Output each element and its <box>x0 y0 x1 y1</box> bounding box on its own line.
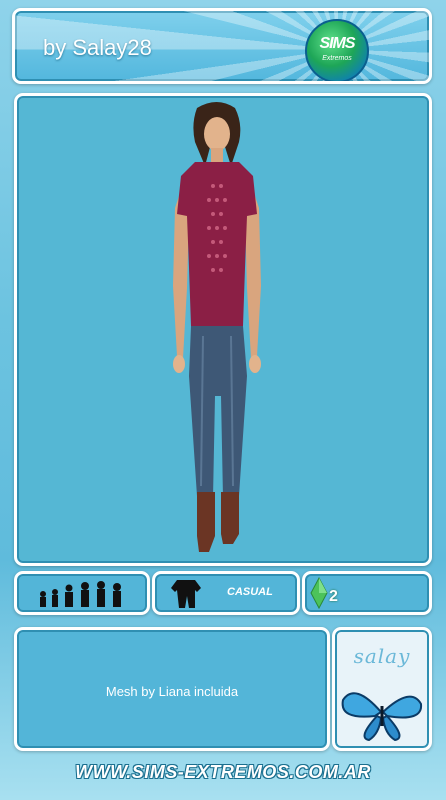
signature-box: salay <box>332 627 432 751</box>
outfit-category-icon <box>171 580 201 608</box>
preview-panel <box>14 93 432 566</box>
header-banner: by Salay28 SIMS Extremos <box>12 8 432 84</box>
logo-text: SIMS <box>319 35 355 52</box>
game-version-box: 2 <box>302 571 432 615</box>
age-groups-box <box>14 571 150 615</box>
plumbob-icon <box>310 576 328 610</box>
signature-text: salay <box>353 644 411 668</box>
mesh-credit-text: Mesh by Liana incluida <box>105 684 239 699</box>
sims-extremos-logo: SIMS Extremos <box>305 19 369 81</box>
author-byline: by Salay28 <box>43 35 152 60</box>
category-label: CASUAL <box>227 586 273 598</box>
logo-subtext: Extremos <box>322 55 352 62</box>
butterfly-icon <box>341 692 423 742</box>
website-url: WWW.SIMS-EXTREMOS.COM.AR <box>75 762 371 782</box>
category-box: CASUAL <box>152 571 300 615</box>
age-groups-silhouettes-icon <box>40 581 121 607</box>
game-badge-number: 2 <box>329 588 338 605</box>
description-box: Mesh by Liana incluida <box>14 627 330 751</box>
sim-figure <box>173 102 261 552</box>
